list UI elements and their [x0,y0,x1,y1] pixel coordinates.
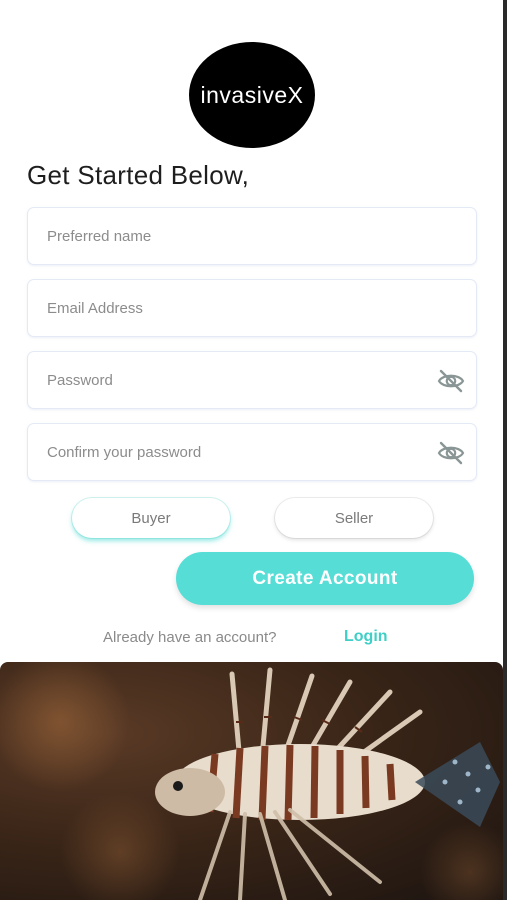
email-input[interactable] [47,280,427,336]
preferred-name-input[interactable] [47,208,427,264]
password-input[interactable] [47,352,427,408]
preferred-name-field[interactable] [27,207,477,265]
seller-toggle[interactable]: Seller [275,498,433,538]
confirm-password-input[interactable] [47,424,427,480]
login-link[interactable]: Login [344,628,388,646]
eye-slash-icon[interactable] [437,441,465,465]
eye-slash-icon[interactable] [437,369,465,393]
page-title: Get Started Below, [27,160,250,190]
account-prompt-text: Already have an account? [103,629,277,646]
confirm-password-field[interactable] [27,423,477,481]
create-account-button[interactable]: Create Account [176,552,474,605]
password-field[interactable] [27,351,477,409]
window-edge [503,0,507,900]
logo-text: invasiveX [200,81,304,108]
lionfish-image [0,662,503,900]
buyer-toggle[interactable]: Buyer [72,498,230,538]
email-field[interactable] [27,279,477,337]
logo: invasiveX [189,42,315,148]
